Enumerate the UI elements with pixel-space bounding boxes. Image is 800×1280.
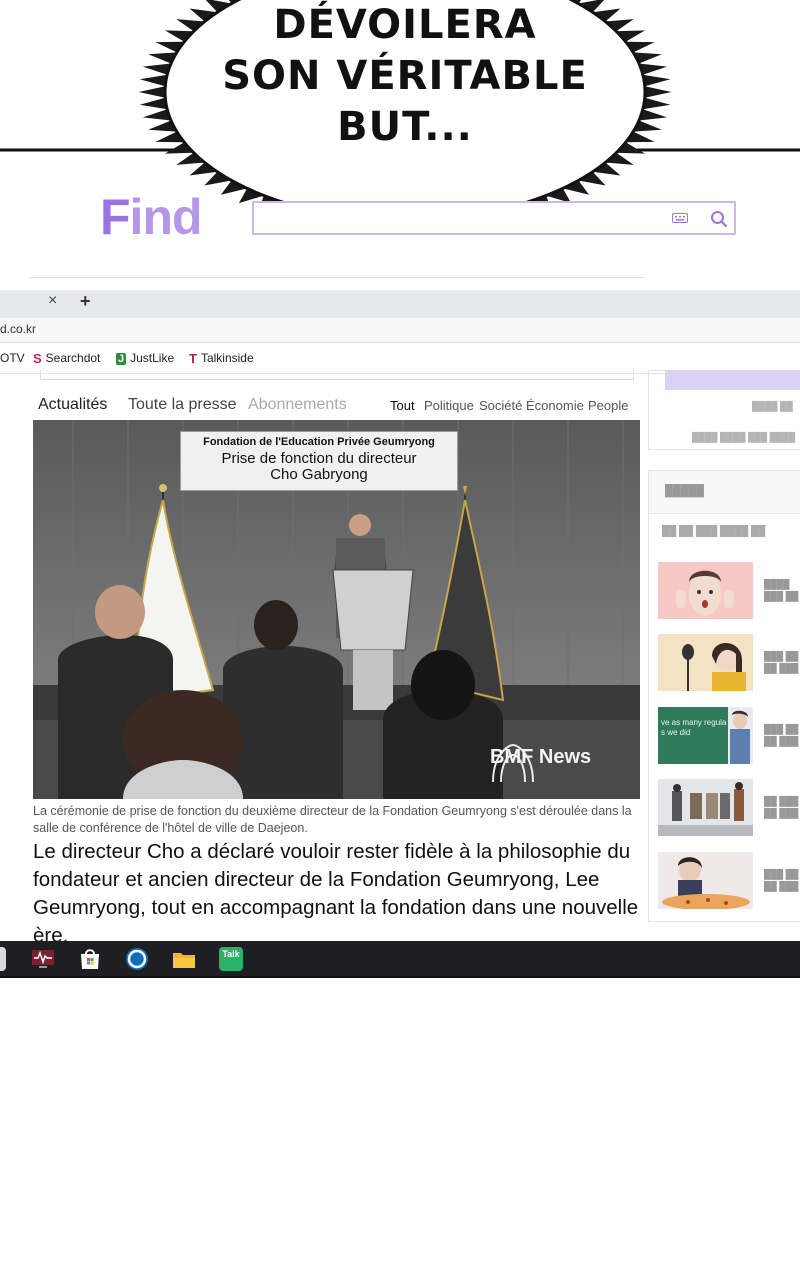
sidebar-faint-text-1: ████ ██ bbox=[752, 401, 793, 411]
justlike-icon: J bbox=[116, 352, 127, 365]
search-input[interactable] bbox=[252, 201, 736, 235]
sidebar-thumb-3-text[interactable]: ███ ██ ██ ███ bbox=[764, 723, 800, 747]
sidebar-thumb-4[interactable] bbox=[658, 779, 753, 836]
photo-caption: La cérémonie de prise de fonction du deu… bbox=[33, 804, 632, 835]
new-tab-icon[interactable]: + bbox=[80, 291, 91, 312]
searchdot-icon: S bbox=[33, 351, 42, 367]
bookmark-otv[interactable]: OTV bbox=[0, 351, 25, 365]
find-logo[interactable]: Find bbox=[100, 188, 203, 246]
content-top-box bbox=[40, 370, 634, 380]
search-icon[interactable] bbox=[710, 210, 728, 228]
find-logo-first-letter: F bbox=[100, 189, 131, 245]
nav-tab-toute-la-presse[interactable]: Toute la presse bbox=[128, 396, 237, 414]
sidebar-thumb-2-text[interactable]: ███ ██ ██ ███ bbox=[764, 650, 800, 674]
taskbar-talk-label: Talk bbox=[222, 949, 240, 959]
nav-cat-societe[interactable]: Société bbox=[479, 398, 522, 413]
news-watermark: BMF News bbox=[490, 746, 592, 768]
address-bar[interactable] bbox=[0, 318, 800, 343]
address-bar-url[interactable]: d.co.kr bbox=[0, 322, 36, 336]
talkinside-icon: T bbox=[189, 351, 197, 367]
taskbar-cortana-icon[interactable] bbox=[125, 947, 149, 971]
browser-tab-bar bbox=[0, 290, 800, 318]
nav-cat-politique[interactable]: Politique bbox=[424, 398, 474, 413]
nav-cat-economie[interactable]: Économie bbox=[526, 398, 584, 413]
sidebar-thumb-1-text[interactable]: ████ ███ ██ bbox=[764, 578, 800, 602]
bookmark-justlike[interactable]: J JustLike bbox=[116, 351, 174, 365]
sidebar-thumb-5[interactable] bbox=[658, 852, 753, 909]
sidebar-thumb-4-text[interactable]: ██ ███ ██ ███ bbox=[764, 795, 800, 819]
taskbar-store-icon[interactable] bbox=[78, 947, 102, 971]
bubble-line-3: BUT... bbox=[337, 104, 473, 150]
bubble-line-2: SON VÉRITABLE bbox=[222, 53, 588, 99]
chalkboard-text-1: ve as many regula bbox=[661, 718, 727, 727]
nav-cat-people[interactable]: People bbox=[588, 398, 628, 413]
taskbar-monitor-icon[interactable] bbox=[31, 947, 55, 971]
sign-line-1: Fondation de l'Education Privée Geumryon… bbox=[203, 436, 435, 448]
article-body: Le directeur Cho a déclaré vouloir reste… bbox=[33, 840, 639, 942]
sidebar-ranking-title: █████ bbox=[665, 485, 704, 497]
nav-tab-actualites[interactable]: Actualités bbox=[38, 396, 107, 414]
sign-line-2: Prise de fonction du directeur bbox=[221, 450, 417, 467]
nav-tab-abonnements[interactable]: Abonnements bbox=[248, 396, 347, 414]
nav-cat-tout[interactable]: Tout bbox=[390, 398, 415, 413]
header-divider bbox=[30, 277, 645, 278]
taskbar-app-icon-0[interactable] bbox=[0, 947, 6, 971]
bookmark-talkinside[interactable]: T Talkinside bbox=[189, 351, 254, 366]
keyboard-icon[interactable] bbox=[672, 213, 688, 223]
bookmark-label: JustLike bbox=[130, 351, 175, 365]
sidebar-thumb-5-text[interactable]: ███ ██ ██ ███ bbox=[764, 868, 800, 892]
find-logo-rest: ind bbox=[129, 189, 203, 245]
sidebar-thumb-2[interactable] bbox=[658, 634, 753, 691]
taskbar-talk-icon[interactable]: Talk bbox=[219, 947, 243, 971]
tab-close-icon[interactable]: × bbox=[48, 292, 57, 310]
sidebar-thumb-3[interactable]: ve as many regula s we did bbox=[658, 707, 753, 764]
sidebar-thumb-1[interactable] bbox=[658, 562, 753, 619]
taskbar-folder-icon[interactable] bbox=[172, 947, 196, 971]
event-sign: Fondation de l'Education Privée Geumryon… bbox=[180, 431, 458, 491]
taskbar-bottom-edge bbox=[0, 976, 800, 978]
bookmark-label: OTV bbox=[0, 351, 25, 365]
bookmark-searchdot[interactable]: S Searchdot bbox=[33, 351, 100, 366]
taskbar bbox=[0, 941, 800, 978]
bookmark-label: Searchdot bbox=[45, 351, 101, 365]
sign-line-3: Cho Gabryong bbox=[270, 466, 368, 483]
sidebar-login-button[interactable] bbox=[665, 370, 800, 390]
bubble-line-1: DÉVOILERA bbox=[273, 2, 537, 48]
sidebar-faint-text-2: ████ ████ ███ ████ bbox=[692, 432, 796, 442]
bookmark-label: Talkinside bbox=[200, 351, 254, 365]
sidebar-ranking-categories[interactable]: ██ ██ ███ ████ ██ bbox=[662, 526, 765, 537]
bubble-text: DÉVOILERA SON VÉRITABLE BUT... bbox=[180, 0, 630, 153]
chalkboard-text-2: s we did bbox=[661, 728, 690, 737]
